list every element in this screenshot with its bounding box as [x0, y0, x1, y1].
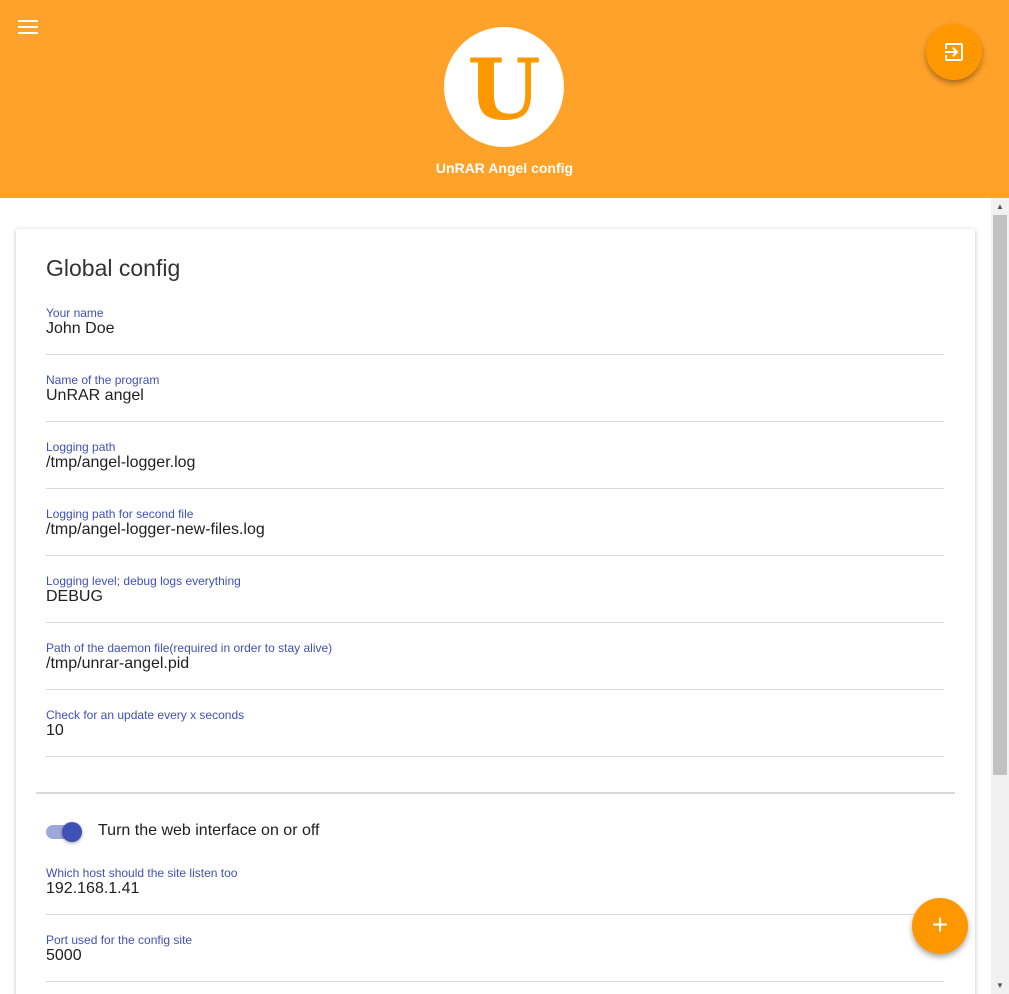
field-label: Name of the program	[46, 373, 160, 387]
web-interface-toggle[interactable]	[46, 822, 82, 842]
field-value[interactable]: /tmp/unrar-angel.pid	[46, 655, 189, 673]
add-button[interactable]: +	[912, 898, 968, 954]
field-value[interactable]: 5000	[46, 947, 82, 965]
svg-text:U: U	[467, 40, 540, 139]
field-label: Logging level; debug logs everything	[46, 574, 241, 588]
second-logging-path-field[interactable]: Logging path for second file /tmp/angel-…	[46, 507, 944, 556]
field-label: Your name	[46, 306, 104, 320]
name-field[interactable]: Your name John Doe	[46, 306, 944, 355]
app-title: UnRAR Angel config	[435, 160, 574, 176]
logging-path-field[interactable]: Logging path /tmp/angel-logger.log	[46, 440, 944, 489]
logging-level-field[interactable]: Logging level; debug logs everything DEB…	[46, 574, 944, 623]
field-label: Which host should the site listen too	[46, 866, 238, 880]
main-content: Global config Your name John Doe Name of…	[0, 198, 991, 994]
field-value[interactable]: 192.168.1.41	[46, 880, 139, 898]
field-label: Logging path for second file	[46, 507, 194, 521]
scroll-thumb[interactable]	[993, 215, 1007, 775]
update-interval-field[interactable]: Check for an update every x seconds 10	[46, 708, 944, 757]
field-value[interactable]: /tmp/angel-logger.log	[46, 454, 195, 472]
field-value[interactable]: UnRAR angel	[46, 387, 144, 405]
scroll-up-arrow-icon[interactable]: ▲	[991, 198, 1009, 215]
divider	[36, 792, 955, 794]
global-config-card: Global config Your name John Doe Name of…	[16, 229, 975, 994]
app-logo: U	[444, 27, 564, 147]
field-value[interactable]: 10	[46, 722, 64, 740]
web-interface-toggle-label: Turn the web interface on or off	[98, 822, 320, 839]
toggle-thumb	[62, 822, 82, 842]
field-value[interactable]: /tmp/angel-logger-new-files.log	[46, 521, 265, 539]
field-label: Check for an update every x seconds	[46, 708, 245, 722]
host-field[interactable]: Which host should the site listen too 19…	[46, 866, 944, 915]
scroll-down-arrow-icon[interactable]: ▼	[991, 977, 1009, 994]
field-label: Path of the daemon file(required in orde…	[46, 641, 333, 655]
app-header: U UnRAR Angel config	[0, 0, 1009, 198]
program-name-field[interactable]: Name of the program UnRAR angel	[46, 373, 944, 422]
field-value[interactable]: DEBUG	[46, 588, 103, 606]
daemon-path-field[interactable]: Path of the daemon file(required in orde…	[46, 641, 944, 690]
field-label: Port used for the config site	[46, 933, 193, 947]
card-title: Global config	[46, 255, 181, 281]
menu-icon[interactable]	[18, 20, 38, 36]
field-label: Logging path	[46, 440, 116, 454]
scrollbar[interactable]: ▲ ▼	[991, 198, 1009, 994]
port-field[interactable]: Port used for the config site 5000	[46, 933, 944, 982]
field-value[interactable]: John Doe	[46, 320, 115, 338]
exit-button[interactable]	[926, 24, 982, 80]
exit-to-app-icon	[945, 43, 963, 61]
